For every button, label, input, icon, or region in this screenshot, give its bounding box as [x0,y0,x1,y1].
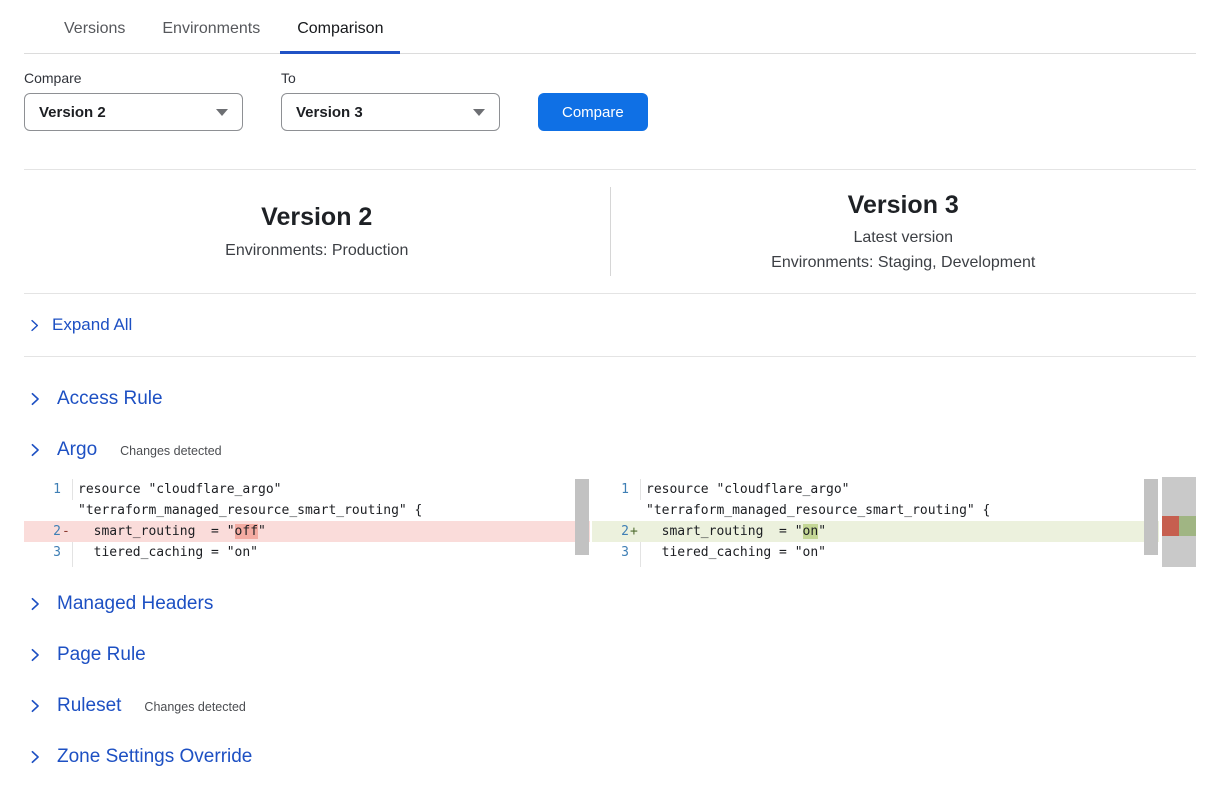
compare-form: Compare Version 2 To Version 3 Compare [24,70,1196,131]
line-number: 3 [53,542,61,563]
ruler-added-mark [1179,516,1196,536]
line-number: 1 [53,479,61,500]
code-text: resource "cloudflare_argo" [641,479,850,500]
diff-editor: 1 resource "cloudflare_argo" "terraform_… [24,477,1196,567]
vertical-scrollbar[interactable] [575,479,589,555]
vertical-scrollbar[interactable] [1144,479,1158,555]
code-line-added: 2+ smart_routing = "on" [592,521,1159,542]
code-line: 3 tiered_caching = "on" [592,542,1159,563]
line-number: 2 [621,521,629,542]
changes-detected-badge: Changes detected [144,700,245,714]
chevron-right-icon [28,392,42,406]
section-argo[interactable]: Argo Changes detected [24,429,1196,471]
right-version-title: Version 3 [848,189,959,222]
diff-minus-sign: - [61,521,72,542]
code-line-clipped: } [24,563,590,567]
code-line: 3 tiered_caching = "on" [24,542,590,563]
section-label: Page Rule [57,644,146,666]
code-line-wrap: "terraform_managed_resource_smart_routin… [592,500,1159,521]
compare-from-select[interactable]: Version 2 [24,93,243,131]
chevron-right-icon [28,443,42,457]
right-version-subtitle: Latest version [853,226,953,249]
code-text: "terraform_managed_resource_smart_routin… [73,500,422,521]
chevron-right-icon [28,699,42,713]
line-number: 3 [621,542,629,563]
code-text: } [641,563,654,567]
chevron-right-icon [28,319,41,332]
to-label: To [281,70,500,86]
compare-label: Compare [24,70,243,86]
section-managed-headers[interactable]: Managed Headers [24,583,1196,625]
code-text: tiered_caching = "on" [73,542,258,563]
section-zone-settings-override[interactable]: Zone Settings Override [24,736,1196,778]
left-version-environments: Environments: Production [225,239,408,262]
tab-environments[interactable]: Environments [145,14,277,54]
code-line-clipped: } [592,563,1159,567]
line-number: 2 [53,521,61,542]
comparison-page: Versions Environments Comparison Compare… [0,0,1224,778]
changes-detected-badge: Changes detected [120,444,221,458]
section-access-rule[interactable]: Access Rule [24,378,1196,420]
line-number: 1 [621,479,629,500]
section-label: Ruleset [57,695,121,717]
section-page-rule[interactable]: Page Rule [24,634,1196,676]
expand-all-button[interactable]: Expand All [24,294,1196,357]
diff-panel-left[interactable]: 1 resource "cloudflare_argo" "terraform_… [24,477,590,567]
code-text: } [73,563,86,567]
code-text: resource "cloudflare_argo" [73,479,282,500]
tab-bar: Versions Environments Comparison [24,0,1196,54]
section-ruleset[interactable]: Ruleset Changes detected [24,685,1196,727]
chevron-right-icon [28,750,42,764]
diff-overview-ruler [1162,477,1196,567]
code-line: 1 resource "cloudflare_argo" [592,479,1159,500]
version-headers: Version 2 Environments: Production Versi… [24,169,1196,294]
compare-to-value: Version 3 [296,104,363,121]
compare-field: Compare Version 2 [24,70,243,131]
code-text: smart_routing = "on" [641,521,826,542]
section-label: Managed Headers [57,593,213,615]
right-version-environments: Environments: Staging, Development [771,251,1035,274]
version-header-right: Version 3 Latest version Environments: S… [611,170,1197,293]
diff-panel-right[interactable]: 1 resource "cloudflare_argo" "terraform_… [592,477,1159,567]
code-text: tiered_caching = "on" [641,542,826,563]
ruler-removed-mark [1162,516,1179,536]
chevron-right-icon [28,648,42,662]
expand-all-label: Expand All [52,315,132,335]
tab-comparison[interactable]: Comparison [280,14,400,54]
code-line-wrap: "terraform_managed_resource_smart_routin… [24,500,590,521]
added-text: on [803,524,819,539]
section-label: Argo [57,439,97,461]
to-field: To Version 3 [281,70,500,131]
code-text: "terraform_managed_resource_smart_routin… [641,500,990,521]
section-label: Access Rule [57,388,163,410]
tab-versions[interactable]: Versions [47,14,142,54]
diff-plus-sign: + [629,521,640,542]
compare-button[interactable]: Compare [538,93,648,131]
version-header-left: Version 2 Environments: Production [24,170,610,293]
caret-down-icon [216,109,228,116]
section-list: Access Rule Argo Changes detected 1 reso… [24,378,1196,778]
left-version-title: Version 2 [261,201,372,234]
compare-to-select[interactable]: Version 3 [281,93,500,131]
caret-down-icon [473,109,485,116]
removed-text: off [235,524,258,539]
compare-from-value: Version 2 [39,104,106,121]
code-text: smart_routing = "off" [73,521,266,542]
section-label: Zone Settings Override [57,746,252,768]
code-line: 1 resource "cloudflare_argo" [24,479,590,500]
code-line-removed: 2- smart_routing = "off" [24,521,590,542]
chevron-right-icon [28,597,42,611]
